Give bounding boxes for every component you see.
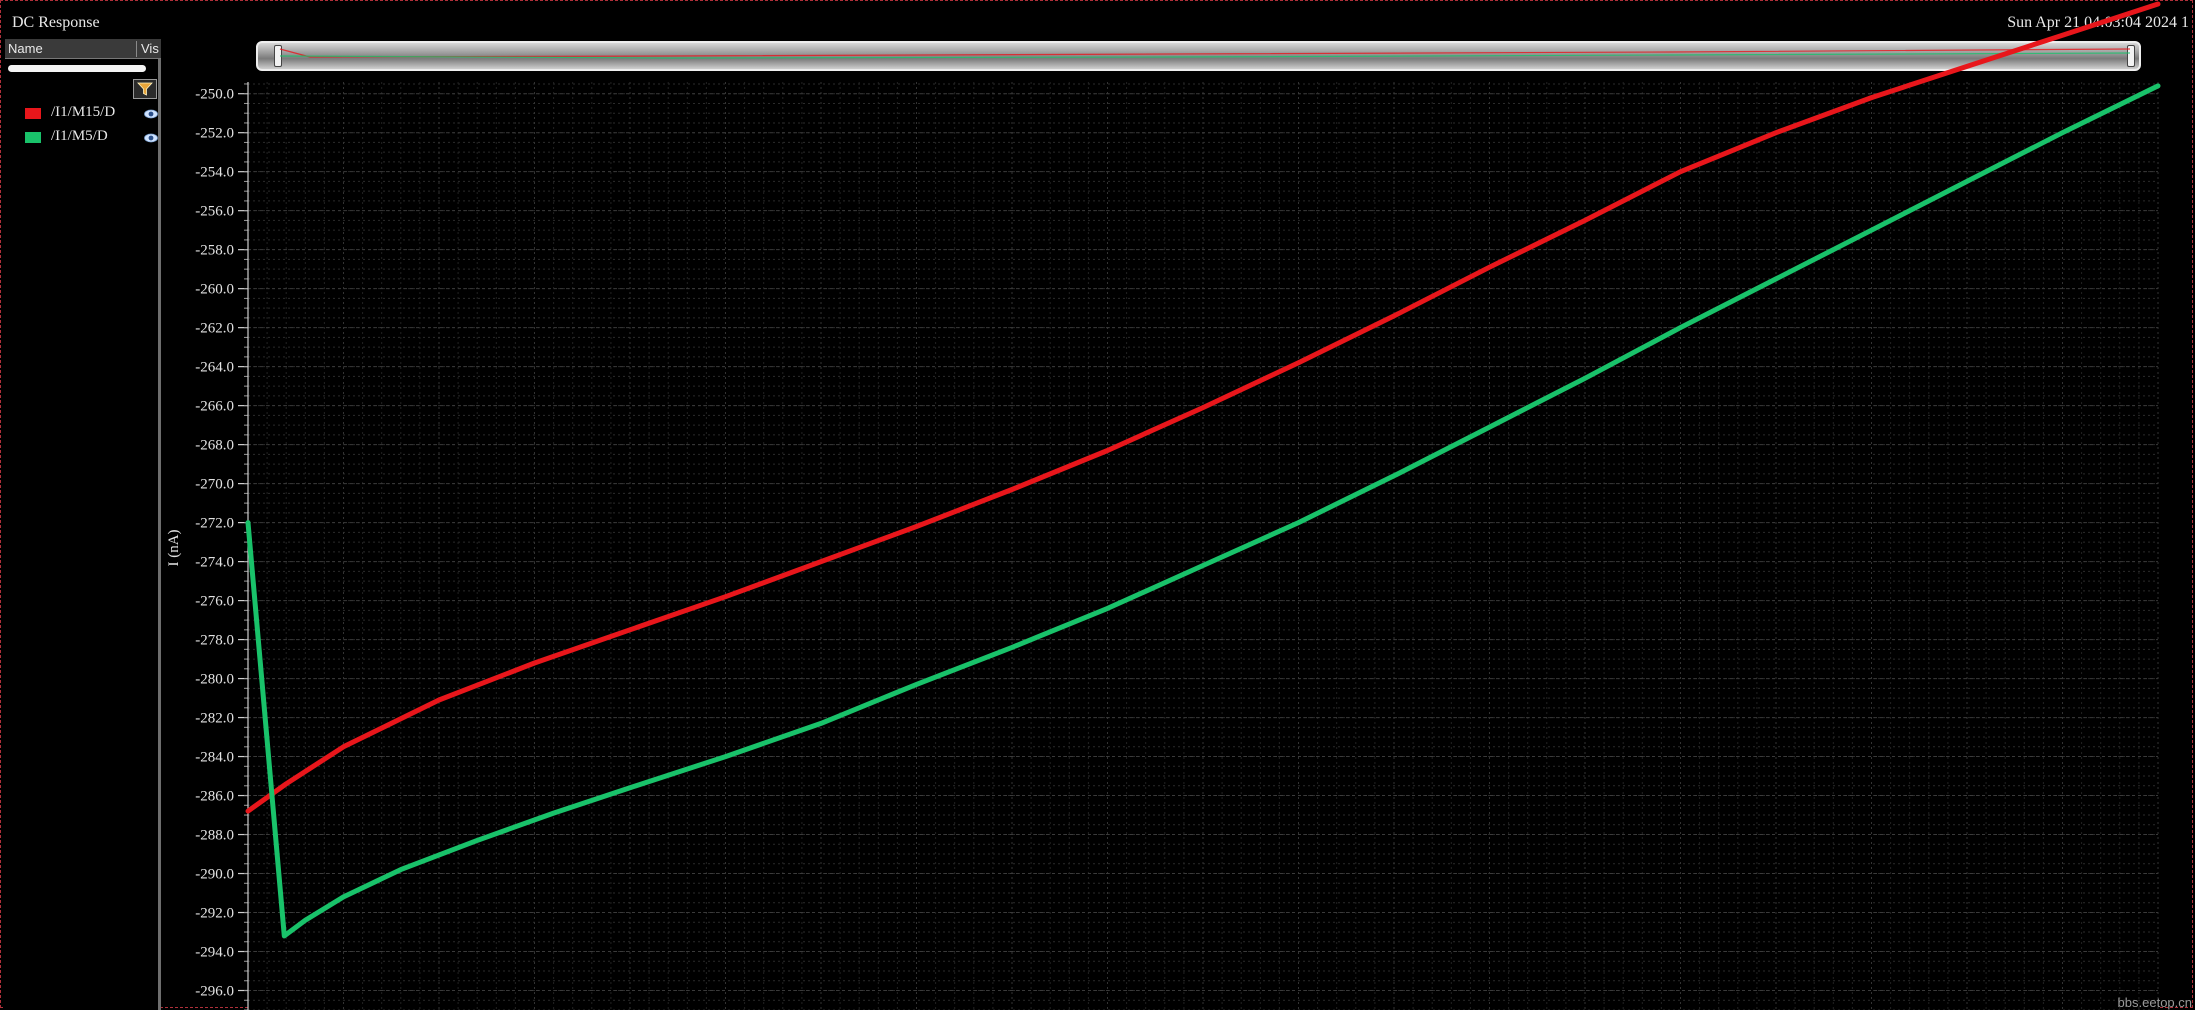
y-tick-label: -282.0 xyxy=(195,711,234,727)
y-tick-label: -262.0 xyxy=(195,321,234,337)
y-tick-label: -294.0 xyxy=(195,945,234,961)
y-tick-label: -290.0 xyxy=(195,867,234,883)
y-tick-label: -278.0 xyxy=(195,633,234,649)
y-tick-label: -260.0 xyxy=(195,282,234,298)
chart-grid xyxy=(247,82,2159,1010)
y-tick-label: -256.0 xyxy=(195,204,234,220)
y-tick-label: -286.0 xyxy=(195,789,234,805)
y-tick-label: -258.0 xyxy=(195,243,234,259)
y-tick-label: -292.0 xyxy=(195,906,234,922)
y-tick-label: -264.0 xyxy=(195,360,234,376)
y-tick-label: -276.0 xyxy=(195,594,234,610)
y-tick-label: -270.0 xyxy=(195,477,234,493)
y-tick-label: -280.0 xyxy=(195,672,234,688)
y-tick-label: -266.0 xyxy=(195,399,234,415)
y-tick-label: -284.0 xyxy=(195,750,234,766)
y-tick-label: -272.0 xyxy=(195,516,234,532)
y-tick-label: -288.0 xyxy=(195,828,234,844)
y-tick-label: -252.0 xyxy=(195,126,234,142)
y-tick-label: -268.0 xyxy=(195,438,234,454)
y-tick-label: -274.0 xyxy=(195,555,234,571)
y-tick-label: -254.0 xyxy=(195,165,234,181)
y-tick-label: -250.0 xyxy=(195,87,234,103)
y-tick-label: -296.0 xyxy=(195,984,234,1000)
y-axis: -250.0 -252.0 -254.0 -256.0 -258.0 -260.0 -262… xyxy=(195,82,249,1010)
y-axis-label: I (nA) xyxy=(166,529,182,566)
dc-response-chart[interactable]: -250.0 -252.0 -254.0 -256.0 -258.0 -260.0 -262… xyxy=(0,0,2195,1010)
watermark: bbs.eetop.cn xyxy=(2117,995,2192,1010)
